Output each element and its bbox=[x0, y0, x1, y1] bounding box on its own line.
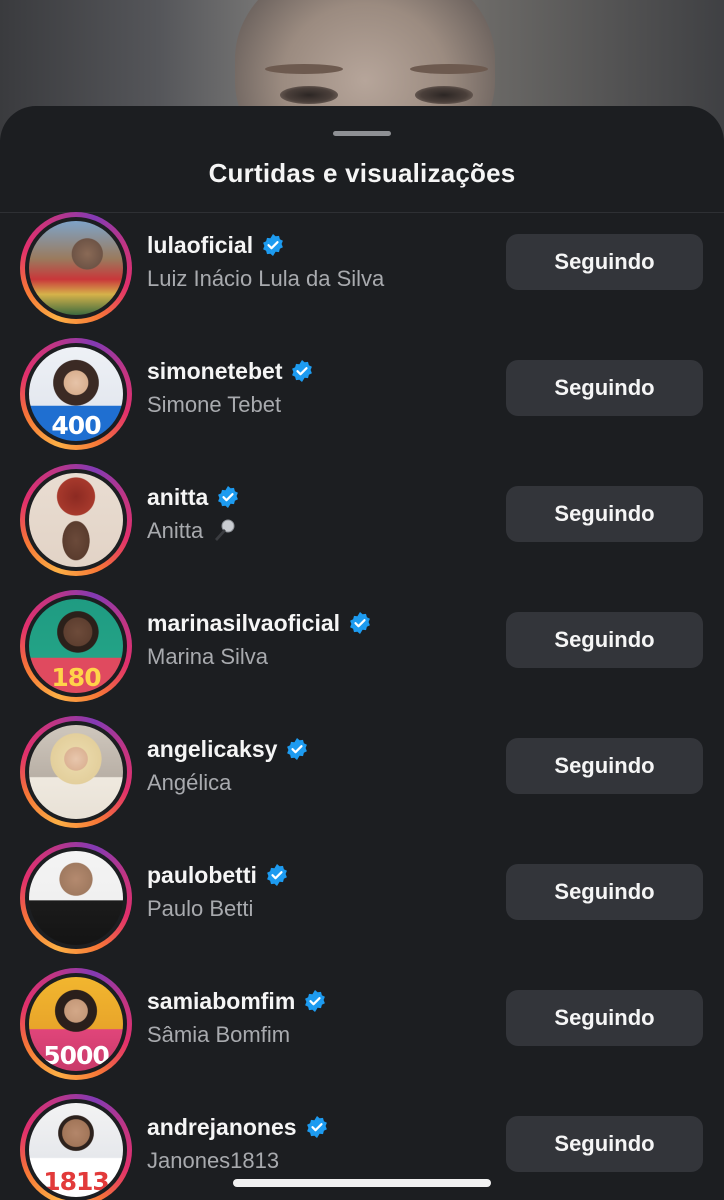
avatar-story-ring[interactable]: 1813 bbox=[20, 1094, 132, 1200]
avatar-number-badge: 1813 bbox=[43, 1167, 110, 1196]
sheet-drag-handle[interactable] bbox=[333, 131, 391, 136]
avatar[interactable]: 400 bbox=[29, 347, 123, 441]
list-item[interactable]: 180 marinasilvaoficial Marina Silva Segu… bbox=[0, 590, 724, 716]
avatar-number-badge: 400 bbox=[51, 411, 101, 440]
following-button[interactable]: Seguindo bbox=[506, 612, 703, 668]
following-button[interactable]: Seguindo bbox=[506, 234, 703, 290]
following-button[interactable]: Seguindo bbox=[506, 360, 703, 416]
verified-badge-icon bbox=[305, 990, 326, 1012]
avatar-number-badge: 5000 bbox=[43, 1041, 110, 1070]
full-name: Marina Silva bbox=[147, 644, 269, 669]
list-item[interactable]: anitta Anitta Seguindo bbox=[0, 464, 724, 590]
avatar[interactable]: 5000 bbox=[29, 977, 123, 1071]
following-button[interactable]: Seguindo bbox=[506, 864, 703, 920]
username[interactable]: simonetebet bbox=[147, 358, 282, 385]
avatar-story-ring[interactable]: 5000 bbox=[20, 968, 132, 1080]
full-name: Anitta bbox=[147, 518, 204, 543]
verified-badge-icon bbox=[266, 864, 287, 886]
list-item[interactable]: angelicaksy Angélica Seguindo bbox=[0, 716, 724, 842]
background-brow-right bbox=[410, 64, 488, 74]
avatar-story-ring[interactable] bbox=[20, 212, 132, 324]
verified-badge-icon bbox=[287, 738, 308, 760]
avatar-story-ring[interactable]: 400 bbox=[20, 338, 132, 450]
username[interactable]: anitta bbox=[147, 484, 208, 511]
username[interactable]: paulobetti bbox=[147, 862, 257, 889]
full-name: Janones1813 bbox=[147, 1148, 280, 1173]
following-button[interactable]: Seguindo bbox=[506, 1116, 703, 1172]
username[interactable]: lulaoficial bbox=[147, 232, 253, 259]
username[interactable]: samiabomfim bbox=[147, 988, 295, 1015]
background-brow-left bbox=[265, 64, 343, 74]
verified-badge-icon bbox=[292, 360, 313, 382]
avatar-story-ring[interactable] bbox=[20, 842, 132, 954]
avatar[interactable] bbox=[29, 725, 123, 819]
full-name: Sâmia Bomfim bbox=[147, 1022, 291, 1047]
background-eye-left bbox=[280, 86, 338, 104]
following-button[interactable]: Seguindo bbox=[506, 990, 703, 1046]
avatar-story-ring[interactable] bbox=[20, 716, 132, 828]
home-indicator[interactable] bbox=[233, 1179, 491, 1187]
list-item[interactable]: paulobetti Paulo Betti Seguindo bbox=[0, 842, 724, 968]
avatar-number-badge: 180 bbox=[51, 663, 101, 692]
full-name: Paulo Betti bbox=[147, 896, 254, 921]
avatar[interactable] bbox=[29, 473, 123, 567]
verified-badge-icon bbox=[306, 1116, 327, 1138]
avatar[interactable]: 180 bbox=[29, 599, 123, 693]
avatar[interactable] bbox=[29, 221, 123, 315]
microphone-icon bbox=[215, 519, 235, 541]
avatar[interactable]: 1813 bbox=[29, 1103, 123, 1197]
verified-badge-icon bbox=[263, 234, 283, 256]
list-item[interactable]: 5000 samiabomfim Sâmia Bomfim Seguindo bbox=[0, 968, 724, 1094]
background-eye-right bbox=[415, 86, 473, 104]
verified-badge-icon bbox=[350, 612, 370, 634]
full-name: Luiz Inácio Lula da Silva bbox=[147, 266, 385, 291]
full-name: Angélica bbox=[147, 770, 232, 795]
verified-badge-icon bbox=[218, 486, 239, 508]
following-button[interactable]: Seguindo bbox=[506, 486, 703, 542]
avatar-story-ring[interactable]: 180 bbox=[20, 590, 132, 702]
sheet-title: Curtidas e visualizações bbox=[208, 158, 516, 188]
username[interactable]: andrejanones bbox=[147, 1114, 297, 1141]
list-item[interactable]: lulaoficial Luiz Inácio Lula da Silva Se… bbox=[0, 212, 724, 338]
list-item[interactable]: 400 simonetebet Simone Tebet Seguindo bbox=[0, 338, 724, 464]
following-button[interactable]: Seguindo bbox=[506, 738, 703, 794]
likes-views-sheet: Curtidas e visualizações lulaoficial Lui… bbox=[0, 106, 724, 1200]
username[interactable]: marinasilvaoficial bbox=[147, 610, 340, 637]
avatar[interactable] bbox=[29, 851, 123, 945]
avatar-story-ring[interactable] bbox=[20, 464, 132, 576]
username[interactable]: angelicaksy bbox=[147, 736, 277, 763]
full-name: Simone Tebet bbox=[147, 392, 282, 417]
